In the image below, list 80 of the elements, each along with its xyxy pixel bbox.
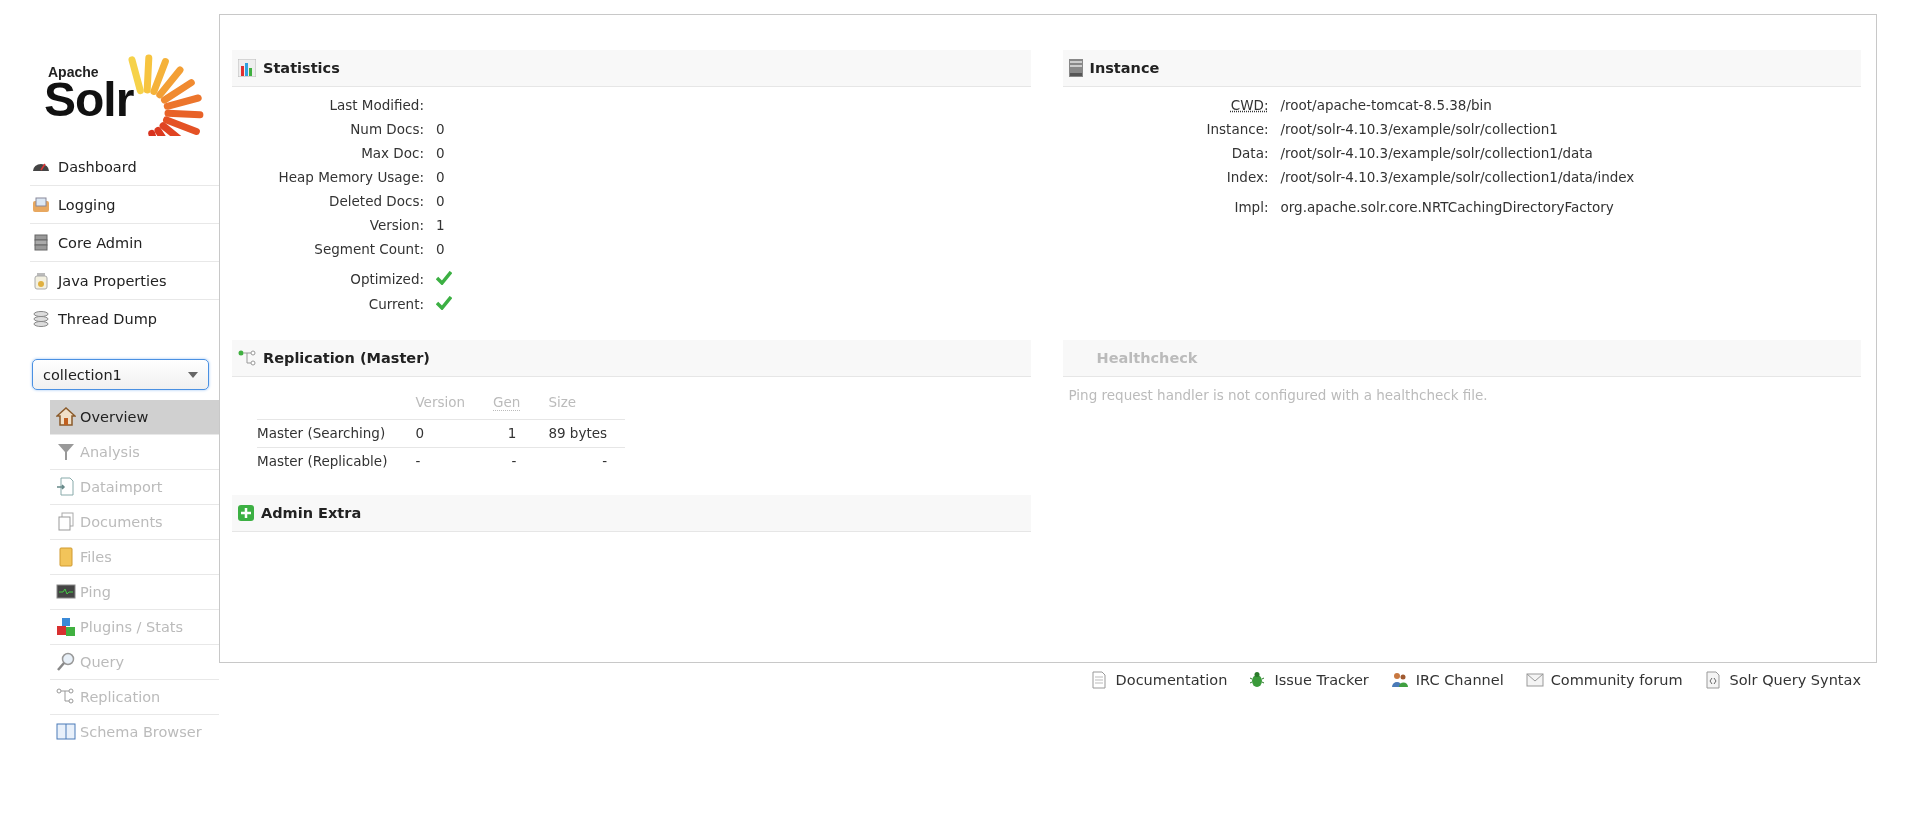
caret-icon — [188, 371, 198, 378]
footer-link[interactable]: Documentation — [1090, 671, 1228, 689]
nav-link[interactable]: Logging — [30, 186, 219, 224]
field-label: Max Doc: — [360, 144, 424, 163]
column-header: Size — [548, 394, 577, 410]
field-value: /root/solr-4.10.3/example/solr/collection1/data — [1280, 145, 1593, 161]
column-header: Gen — [493, 394, 521, 411]
document-arrow-icon — [56, 477, 76, 497]
field-label: Last Modified: — [328, 96, 424, 115]
nav-link[interactable]: Core Admin — [30, 224, 219, 262]
documents-icon — [56, 512, 76, 532]
monitor-icon — [56, 582, 76, 602]
column-header: Version — [415, 394, 466, 410]
section-title: Admin Extra — [261, 505, 362, 521]
field-label: Version: — [368, 216, 424, 235]
field-label: Deleted Docs: — [328, 192, 424, 211]
table-cell: - — [538, 447, 626, 475]
footer-link[interactable]: Community forum — [1525, 671, 1683, 689]
field-value: 0 — [436, 121, 445, 137]
field-value: 1 — [436, 217, 445, 233]
house-icon — [56, 407, 76, 427]
blocks-icon — [56, 617, 76, 637]
table-cell: 89 bytes — [538, 419, 626, 448]
status-message: Ping request handler is not configured with a healthcheck file. — [1067, 386, 1489, 405]
table-cell: 1 — [483, 419, 539, 448]
solr-logo[interactable]: Apache Solr — [30, 14, 219, 132]
people-icon — [1390, 671, 1409, 689]
field-label: Index: — [1226, 169, 1269, 185]
core-selector[interactable]: collection1 — [32, 359, 209, 390]
server-icon — [1068, 59, 1083, 77]
book-icon — [56, 722, 76, 742]
field-value: 0 — [436, 145, 445, 161]
table-cell: - — [483, 447, 539, 475]
field-label: CWD: — [1230, 97, 1269, 113]
footer-link[interactable]: IRC Channel — [1390, 671, 1504, 689]
table-cell: Master (Searching) — [257, 419, 406, 448]
section-title: Statistics — [263, 60, 340, 76]
table-cell: - — [405, 447, 484, 475]
footer-link[interactable]: Issue Tracker — [1249, 671, 1369, 689]
field-label: Instance: — [1206, 121, 1269, 137]
field-label: Optimized: — [349, 270, 424, 289]
footer-link[interactable]: Solr Query Syntax — [1704, 671, 1861, 689]
document-icon — [1090, 671, 1109, 689]
code-document-icon — [1704, 671, 1723, 689]
envelope-icon — [1525, 671, 1544, 689]
folder-icon — [56, 547, 76, 567]
field-label: Data: — [1231, 145, 1269, 161]
field-value: 0 — [436, 193, 445, 209]
jar-icon — [32, 271, 50, 290]
field-label: Current: — [367, 295, 424, 314]
field-value: 0 — [436, 241, 445, 257]
field-label: Num Docs: — [349, 120, 424, 139]
field-label: Impl: — [1234, 199, 1269, 215]
inbox-icon — [32, 195, 50, 214]
nav-link[interactable]: Dashboard — [30, 148, 219, 186]
section-title: Replication (Master) — [263, 350, 430, 366]
nodes-icon — [238, 349, 256, 367]
section-title: Healthcheck — [1096, 350, 1198, 366]
field-value: org.apache.solr.core.NRTCachingDirectoryFactory — [1280, 199, 1614, 215]
nodes-icon — [56, 687, 76, 707]
core-menu-item[interactable]: Overview — [50, 400, 219, 435]
field-value: 0 — [436, 169, 445, 185]
nav-link[interactable]: Java Properties — [30, 262, 219, 300]
field-value: /root/solr-4.10.3/example/solr/collection1 — [1280, 121, 1558, 137]
table-cell: Master (Replicable) — [257, 447, 406, 475]
funnel-icon — [56, 442, 76, 462]
plus-icon — [238, 505, 254, 521]
nav-link[interactable]: Thread Dump — [30, 300, 219, 337]
field-value: /root/solr-4.10.3/example/solr/collection1/data/index — [1280, 169, 1635, 185]
logo-wordmark: Solr — [44, 80, 134, 120]
magnifier-icon — [56, 652, 76, 672]
server-icon — [32, 233, 50, 252]
table-cell: 0 — [405, 419, 484, 448]
logo-text: Apache — [48, 64, 100, 80]
section-title: Instance — [1089, 60, 1160, 76]
field-label: Segment Count: — [313, 240, 424, 259]
stack-icon — [32, 309, 50, 328]
field-value: /root/apache-tomcat-8.5.38/bin — [1280, 97, 1492, 113]
field-label: Heap Memory Usage: — [277, 168, 424, 187]
bar-chart-icon — [238, 59, 256, 77]
